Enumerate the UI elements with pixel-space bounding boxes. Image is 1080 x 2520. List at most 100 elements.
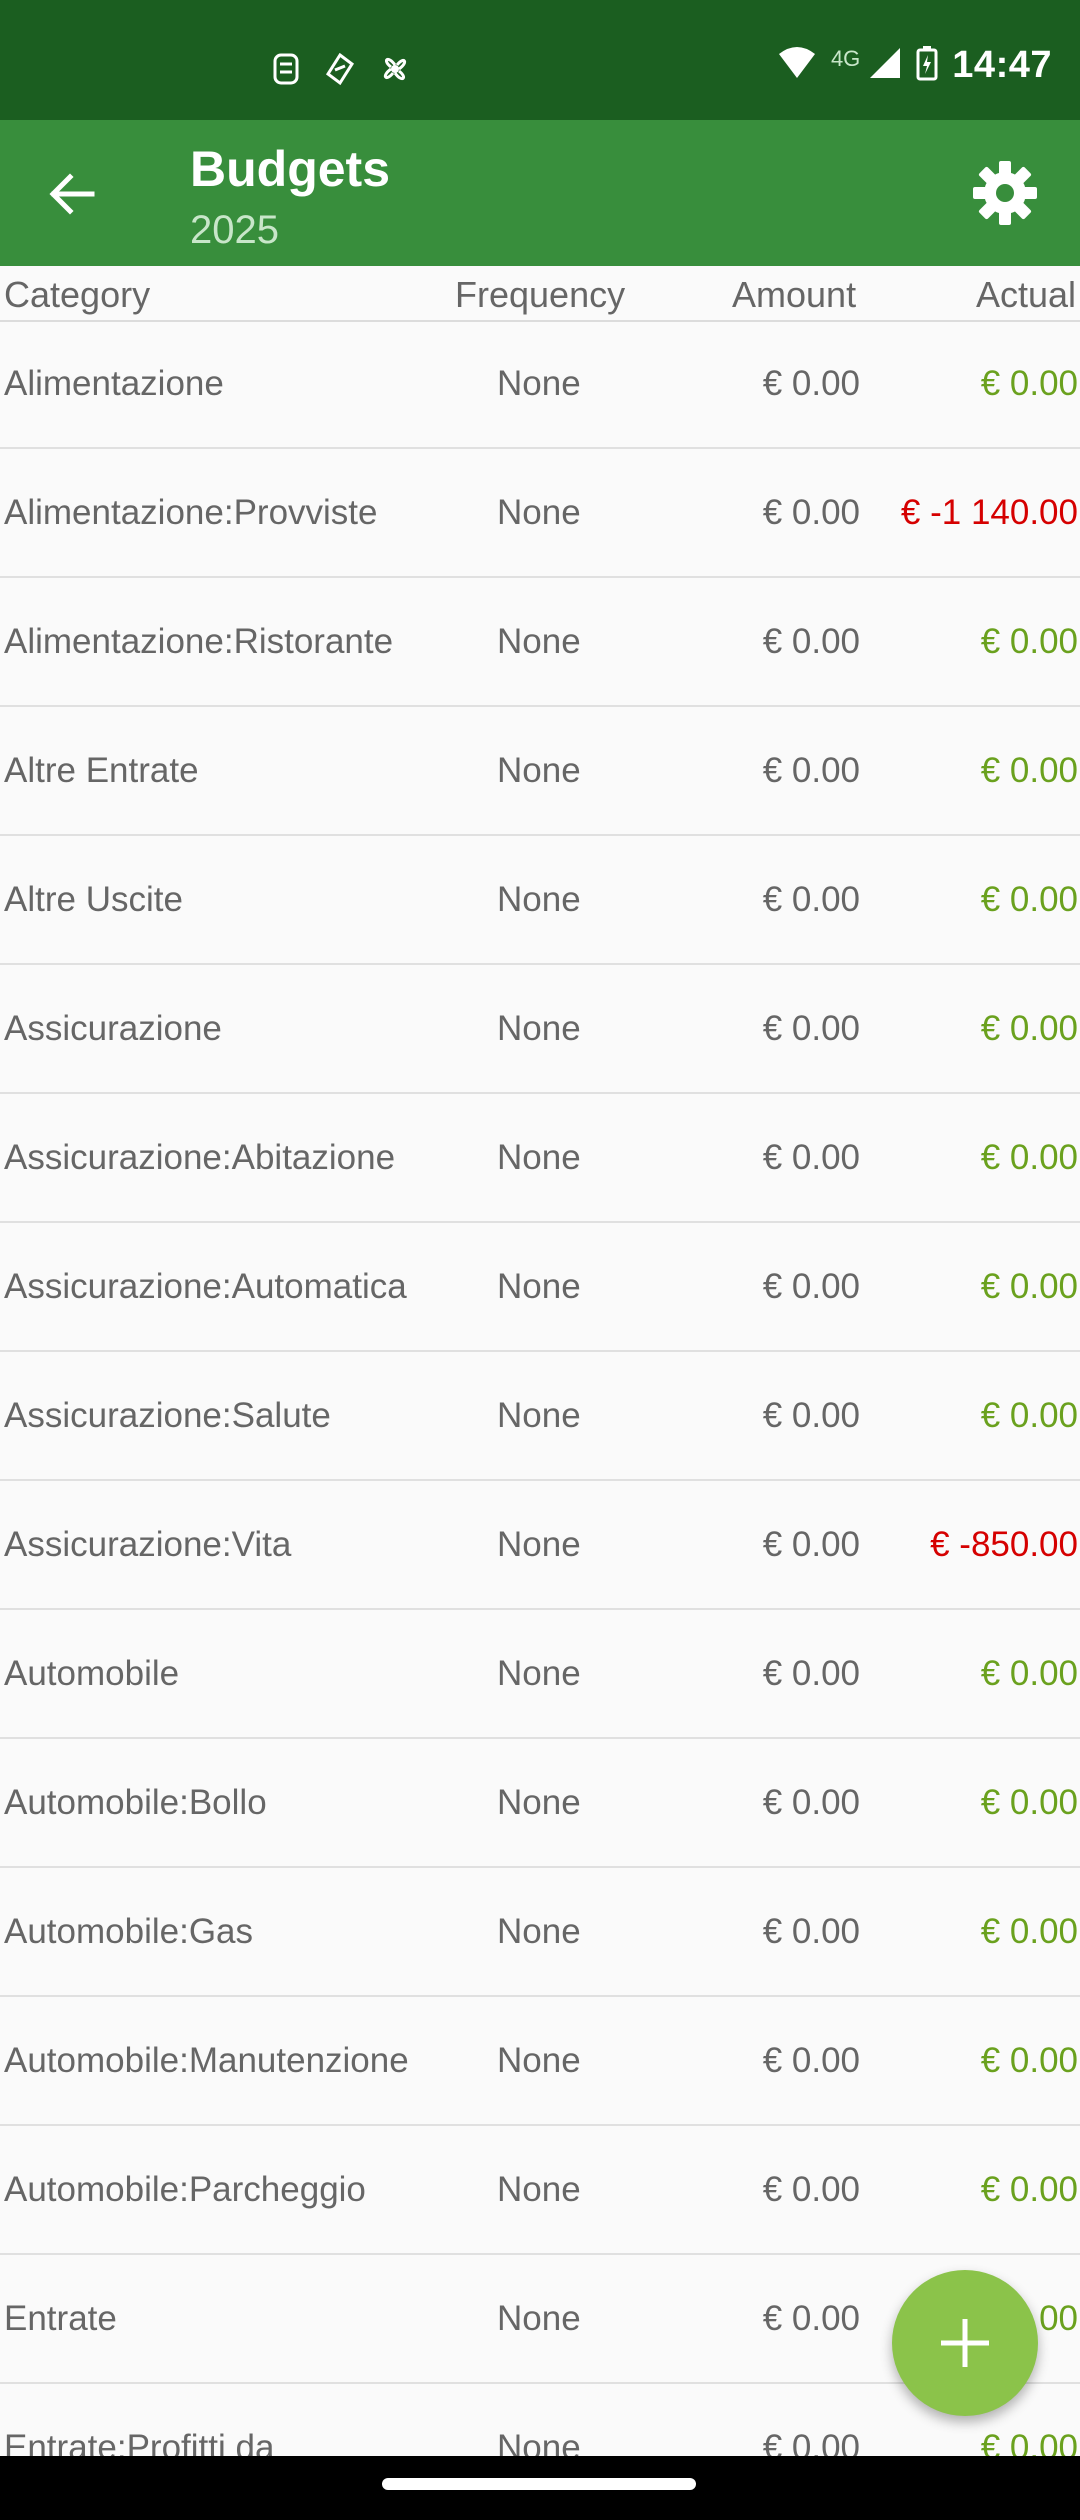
- row-amount: € 0.00: [762, 2298, 860, 2338]
- row-actual: € 0.00: [980, 1008, 1078, 1048]
- row-amount: € 0.00: [762, 750, 860, 790]
- row-actual: € 0.00: [980, 1782, 1078, 1822]
- row-actual: € 0.00: [980, 1137, 1078, 1177]
- row-amount: € 0.00: [762, 2169, 860, 2209]
- row-category: Assicurazione: [4, 1008, 222, 1048]
- header-amount: Amount: [732, 274, 857, 315]
- row-category: Altre Entrate: [4, 750, 199, 790]
- row-actual: € 0.00: [980, 2040, 1078, 2080]
- row-amount: € 0.00: [762, 1266, 860, 1306]
- row-category: Entrate: [4, 2298, 117, 2338]
- home-handle[interactable]: [382, 2478, 696, 2490]
- list-item[interactable]: Assicurazione:Automatica None € 0.00 € 0.00: [0, 1223, 1080, 1352]
- battery-icon: [916, 45, 938, 86]
- list-item[interactable]: Assicurazione:Salute None € 0.00 € 0.00: [0, 1352, 1080, 1481]
- row-category: Automobile:Gas: [4, 1911, 254, 1951]
- row-category: Assicurazione:Automatica: [4, 1266, 407, 1306]
- row-category: Alimentazione:Provviste: [4, 492, 378, 532]
- row-frequency: None: [497, 492, 581, 532]
- row-frequency: None: [497, 1137, 581, 1177]
- notification-icon-3: [378, 52, 410, 86]
- notification-icon-1: [270, 52, 302, 86]
- row-amount: € 0.00: [762, 1137, 860, 1177]
- row-actual: € -1 140.00: [900, 492, 1078, 532]
- signal-icon: [868, 46, 902, 85]
- clock: 14:47: [952, 44, 1052, 86]
- row-amount: € 0.00: [762, 879, 860, 919]
- column-header: Category Frequency Amount Actual: [0, 266, 1080, 322]
- header-frequency: Frequency: [455, 274, 626, 315]
- add-budget-button[interactable]: [892, 2270, 1038, 2416]
- row-actual: € 0.00: [980, 879, 1078, 919]
- list-item[interactable]: Alimentazione:Ristorante None € 0.00 € 0.00: [0, 578, 1080, 707]
- list-item[interactable]: Alimentazione:Provviste None € 0.00 € -1 14…: [0, 449, 1080, 578]
- row-frequency: None: [497, 1782, 581, 1822]
- row-amount: € 0.00: [762, 1524, 860, 1564]
- arrow-left-icon[interactable]: [42, 164, 102, 224]
- status-bar: 4G 14:47: [0, 0, 1080, 120]
- list-item[interactable]: Automobile:Parcheggio None € 0.00 € 0.00: [0, 2126, 1080, 2255]
- row-category: Assicurazione:Abitazione: [4, 1137, 396, 1177]
- network-type: 4G: [830, 45, 861, 71]
- row-category: Altre Uscite: [4, 879, 183, 919]
- row-category: Alimentazione: [4, 363, 224, 403]
- row-frequency: None: [497, 621, 581, 661]
- list-item[interactable]: Assicurazione:Abitazione None € 0.00 € 0.00: [0, 1094, 1080, 1223]
- header-actual: Actual: [975, 274, 1076, 315]
- row-actual: € -850.00: [930, 1524, 1078, 1564]
- list-item[interactable]: Automobile:Bollo None € 0.00 € 0.00: [0, 1739, 1080, 1868]
- row-actual: € 0.00: [980, 1395, 1078, 1435]
- list-item[interactable]: Altre Entrate None € 0.00 € 0.00: [0, 707, 1080, 836]
- notification-icons: [270, 52, 410, 86]
- row-actual: € 0.00: [980, 1266, 1078, 1306]
- budget-list: Alimentazione None € 0.00 € 0.00 Alimentazio…: [0, 320, 1080, 2513]
- row-amount: € 0.00: [762, 1653, 860, 1693]
- row-amount: € 0.00: [762, 492, 860, 532]
- row-frequency: None: [497, 750, 581, 790]
- wifi-icon: [777, 46, 817, 85]
- row-amount: € 0.00: [762, 621, 860, 661]
- row-frequency: None: [497, 1266, 581, 1306]
- list-item[interactable]: Altre Uscite None € 0.00 € 0.00: [0, 836, 1080, 965]
- system-icons: 4G 14:47: [777, 44, 1052, 87]
- row-amount: € 0.00: [762, 1911, 860, 1951]
- row-frequency: None: [497, 2169, 581, 2209]
- row-frequency: None: [497, 1524, 581, 1564]
- row-actual: € 0.00: [980, 2169, 1078, 2209]
- row-frequency: None: [497, 1008, 581, 1048]
- row-frequency: None: [497, 1653, 581, 1693]
- gear-icon[interactable]: [970, 158, 1040, 228]
- list-item[interactable]: Assicurazione None € 0.00 € 0.00: [0, 965, 1080, 1094]
- row-actual: € 0.00: [980, 750, 1078, 790]
- row-category: Alimentazione:Ristorante: [4, 621, 394, 661]
- row-category: Automobile:Manutenzione: [4, 2040, 409, 2080]
- row-frequency: None: [497, 1395, 581, 1435]
- row-amount: € 0.00: [762, 1395, 860, 1435]
- list-item[interactable]: Automobile:Gas None € 0.00 € 0.00: [0, 1868, 1080, 1997]
- row-category: Automobile: [4, 1653, 180, 1693]
- list-item[interactable]: Alimentazione None € 0.00 € 0.00: [0, 320, 1080, 449]
- plus-icon: [941, 2319, 989, 2367]
- list-item[interactable]: Automobile None € 0.00 € 0.00: [0, 1610, 1080, 1739]
- list-item[interactable]: Automobile:Manutenzione None € 0.00 € 0.00: [0, 1997, 1080, 2126]
- app-bar: Budgets 2025: [0, 120, 1080, 266]
- row-frequency: None: [497, 1911, 581, 1951]
- header-category: Category: [4, 274, 151, 315]
- page-subtitle: 2025: [190, 208, 279, 252]
- page-title: Budgets: [190, 141, 390, 197]
- row-category: Assicurazione:Salute: [4, 1395, 331, 1435]
- row-amount: € 0.00: [762, 1008, 860, 1048]
- row-frequency: None: [497, 879, 581, 919]
- row-actual: € 0.00: [980, 1653, 1078, 1693]
- row-category: Automobile:Bollo: [4, 1782, 267, 1822]
- row-actual: € 0.00: [980, 363, 1078, 403]
- list-item[interactable]: Assicurazione:Vita None € 0.00 € -850.00: [0, 1481, 1080, 1610]
- row-actual: € 0.00: [980, 621, 1078, 661]
- navigation-bar: [0, 2456, 1080, 2520]
- notification-icon-2: [324, 52, 356, 86]
- row-category: Automobile:Parcheggio: [4, 2169, 366, 2209]
- row-frequency: None: [497, 363, 581, 403]
- row-frequency: None: [497, 2040, 581, 2080]
- row-category: Assicurazione:Vita: [4, 1524, 292, 1564]
- row-actual: € 0.00: [980, 1911, 1078, 1951]
